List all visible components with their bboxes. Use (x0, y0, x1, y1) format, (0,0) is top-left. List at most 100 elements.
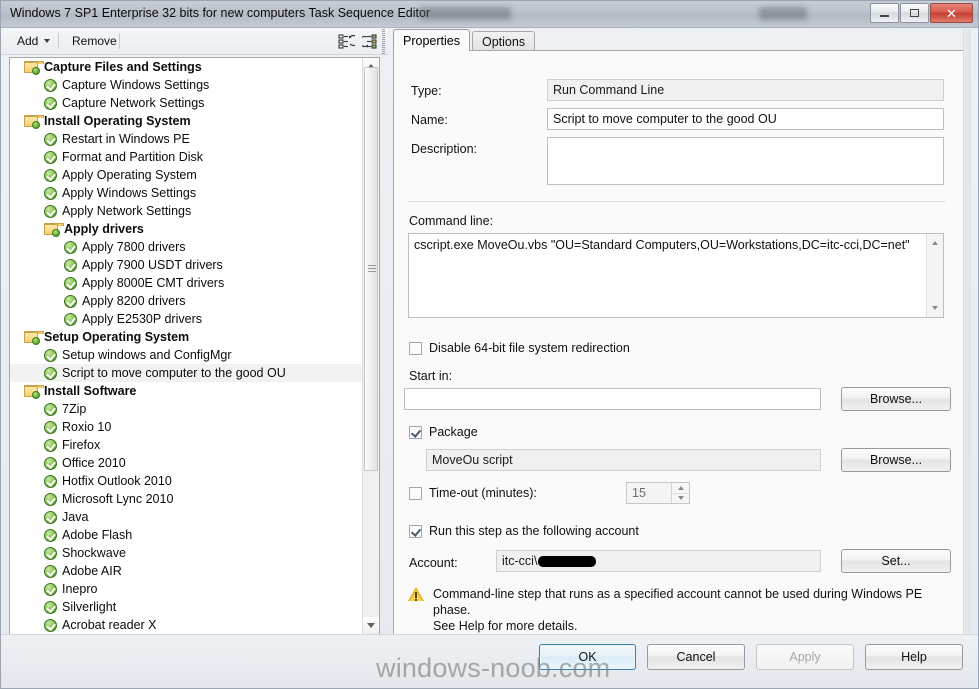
tree-node[interactable]: Format and Partition Disk (10, 148, 362, 166)
tree-vertical-scrollbar[interactable] (362, 58, 379, 634)
start-in-browse-button[interactable]: Browse... (841, 387, 951, 411)
tree-node[interactable]: Capture Files and Settings (10, 58, 362, 76)
check-circle-icon (44, 546, 57, 560)
description-label-wrap: Description: (411, 142, 477, 156)
minimize-icon (871, 4, 898, 22)
tree-node[interactable]: Setup Operating System (10, 328, 362, 346)
tree-node-list[interactable]: Capture Files and Settings Capture Window… (10, 58, 362, 634)
tree-node[interactable]: Silverlight (10, 598, 362, 616)
tab-options[interactable]: Options (471, 31, 536, 51)
tab-properties[interactable]: Properties (393, 29, 470, 51)
tree-node-label: Apply drivers (64, 222, 144, 236)
command-scroll-down-button[interactable] (927, 300, 943, 316)
stepper-buttons[interactable] (671, 483, 689, 503)
check-circle-icon (44, 438, 57, 452)
tab-options-label: Options (481, 34, 526, 49)
command-line-input[interactable]: cscript.exe MoveOu.vbs "OU=Standard Comp… (408, 233, 944, 318)
start-in-input[interactable] (404, 388, 821, 410)
tree-node[interactable]: Adobe Flash (10, 526, 362, 544)
help-button[interactable]: Help (865, 644, 963, 670)
tree-node[interactable]: Shockwave (10, 544, 362, 562)
folder-icon (44, 222, 64, 237)
tree-node[interactable]: Apply 8000E CMT drivers (10, 274, 362, 292)
check-circle-icon (64, 258, 77, 272)
package-checkbox[interactable]: Package (409, 425, 478, 439)
tree-node[interactable]: Java (10, 508, 362, 526)
timeout-checkbox[interactable]: Time-out (minutes): (409, 486, 537, 500)
tree-node-label: Apply 8200 drivers (82, 294, 186, 308)
close-icon: ✕ (946, 5, 957, 21)
tree-node[interactable]: Inepro (10, 580, 362, 598)
tree-node[interactable]: Capture Windows Settings (10, 76, 362, 94)
tree-node[interactable]: 7Zip (10, 400, 362, 418)
check-circle-icon (44, 456, 57, 470)
maximize-icon (901, 4, 928, 22)
cancel-button[interactable]: Cancel (647, 644, 745, 670)
expand-all-icon[interactable] (359, 33, 379, 50)
tree-node[interactable]: Office 2010 (10, 454, 362, 472)
tree-node-label: Java (62, 510, 89, 524)
scrollbar-thumb[interactable] (364, 67, 378, 471)
tree-node[interactable]: Capture Network Settings (10, 94, 362, 112)
step-properties-panel: Properties Options Type: Run Command Lin… (393, 29, 971, 635)
check-circle-icon (44, 492, 57, 506)
toolbar-separator-2 (119, 33, 120, 49)
tree-node[interactable]: Acrobat reader X (10, 616, 362, 634)
title-obscured-text-2 (759, 7, 807, 20)
checkbox-box (409, 425, 422, 439)
tree-node[interactable]: Install Software (10, 382, 362, 400)
minimize-button[interactable] (870, 3, 899, 23)
tree-node-label: Inepro (62, 582, 98, 596)
tree-node[interactable]: Apply E2530P drivers (10, 310, 362, 328)
package-browse-button[interactable]: Browse... (841, 448, 951, 472)
maximize-button[interactable] (900, 3, 929, 23)
tree-node[interactable]: Adobe AIR (10, 562, 362, 580)
stepper-down-button[interactable] (672, 493, 689, 503)
collapse-all-icon[interactable] (338, 33, 360, 50)
name-input[interactable]: Script to move computer to the good OU (547, 108, 944, 130)
command-line-scrollbar[interactable] (926, 234, 943, 317)
check-circle-icon (44, 78, 57, 92)
tree-node[interactable]: Apply Network Settings (10, 202, 362, 220)
command-scroll-up-button[interactable] (927, 235, 943, 251)
tree-node[interactable]: Roxio 10 (10, 418, 362, 436)
tree-node[interactable]: Hotfix Outlook 2010 (10, 472, 362, 490)
timeout-stepper[interactable]: 15 (626, 482, 690, 504)
tree-node[interactable]: Script to move computer to the good OU (10, 364, 362, 382)
account-set-button[interactable]: Set... (841, 549, 951, 573)
check-circle-icon (64, 240, 77, 254)
scroll-down-button[interactable] (363, 617, 379, 634)
package-value[interactable]: MoveOu script (426, 449, 821, 471)
type-value: Run Command Line (547, 79, 944, 101)
tree-node[interactable]: Apply 7900 USDT drivers (10, 256, 362, 274)
dialog-right-edge (963, 29, 971, 635)
add-button[interactable]: Add (9, 31, 58, 51)
tree-node[interactable]: Install Operating System (10, 112, 362, 130)
description-input[interactable] (547, 137, 944, 185)
account-value: itc-cci\ (502, 554, 538, 568)
tree-node-label: Install Software (44, 384, 137, 398)
tree-node[interactable]: Restart in Windows PE (10, 130, 362, 148)
task-sequence-tree[interactable]: Capture Files and Settings Capture Window… (9, 57, 380, 635)
tree-node[interactable]: Apply 8200 drivers (10, 292, 362, 310)
tab-strip: Properties Options (393, 29, 537, 51)
tree-node[interactable]: Apply Windows Settings (10, 184, 362, 202)
warning-text: Command-line step that runs as a specifi… (433, 586, 953, 634)
watermark: windows-noob.com (376, 653, 611, 683)
tree-node-label: Apply 8000E CMT drivers (82, 276, 225, 290)
check-circle-icon (64, 294, 77, 308)
disable-redirection-checkbox[interactable]: Disable 64-bit file system redirection (409, 341, 630, 355)
tree-node[interactable]: Apply Operating System (10, 166, 362, 184)
tree-node[interactable]: Firefox (10, 436, 362, 454)
tree-node[interactable]: Apply drivers (10, 220, 362, 238)
close-button[interactable]: ✕ (930, 3, 973, 23)
tree-node[interactable]: Setup windows and ConfigMgr (10, 346, 362, 364)
run-as-account-checkbox[interactable]: Run this step as the following account (409, 524, 639, 538)
remove-button[interactable]: Remove (64, 31, 125, 51)
checkbox-box (409, 486, 422, 500)
title-bar: Windows 7 SP1 Enterprise 32 bits for new… (1, 1, 978, 28)
tree-node[interactable]: Apply 7800 drivers (10, 238, 362, 256)
tree-node[interactable]: Microsoft Lync 2010 (10, 490, 362, 508)
check-circle-icon (44, 600, 57, 614)
tree-node-label: Apply Operating System (62, 168, 197, 182)
